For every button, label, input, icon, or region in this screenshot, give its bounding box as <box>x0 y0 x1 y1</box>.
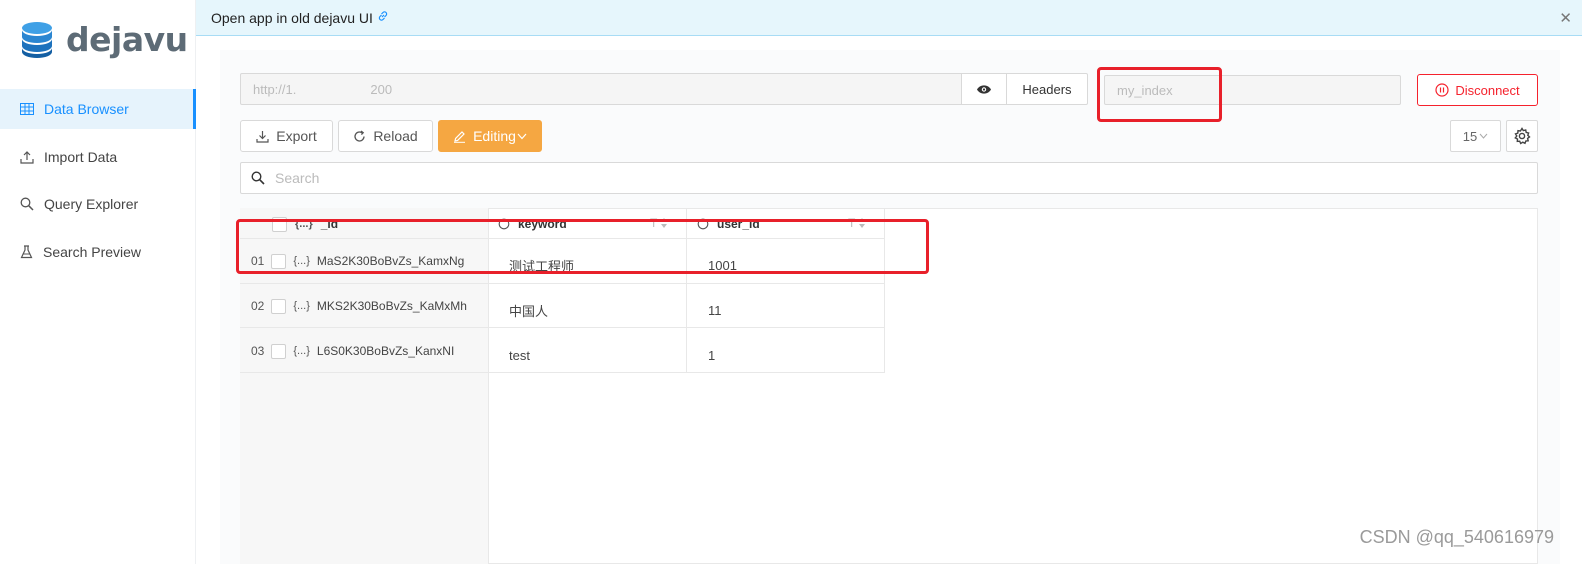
user-id-cell[interactable]: 1 <box>708 346 715 364</box>
disconnect-label: Disconnect <box>1455 82 1520 98</box>
gear-icon <box>1514 127 1531 145</box>
url-input[interactable]: http://1. 200 <box>240 73 962 105</box>
upload-icon <box>20 150 34 164</box>
row-divider <box>240 327 885 328</box>
search-icon <box>251 171 265 185</box>
row-number: 03 <box>251 344 265 358</box>
reload-button[interactable]: Reload <box>338 120 433 152</box>
sidebar-item-label: Data Browser <box>44 101 129 117</box>
row-divider <box>240 372 885 373</box>
sidebar-item-data-browser[interactable]: Data Browser <box>0 89 196 129</box>
page-size-select[interactable]: 15 <box>1450 120 1501 152</box>
database-logo-icon <box>22 21 52 58</box>
sidebar-item-label: Query Explorer <box>44 196 139 212</box>
chevron-down-icon <box>1479 133 1488 139</box>
keyword-cell[interactable]: 中国人 <box>509 301 548 319</box>
editing-toggle-button[interactable]: Editing <box>438 120 542 152</box>
row-checkbox[interactable] <box>271 298 287 314</box>
user-id-cell[interactable]: 11 <box>708 301 722 319</box>
chevron-down-icon <box>517 133 527 139</box>
editing-label: Editing <box>473 128 516 144</box>
sidebar-item-label: Search Preview <box>43 244 142 260</box>
app-logo[interactable]: dejavu <box>20 20 188 59</box>
url-suffix: 200 <box>370 81 393 97</box>
flask-icon <box>20 245 33 259</box>
table-row[interactable]: 03 {...} L6S0K30BoBvZs_KanxNI <box>251 342 454 360</box>
sidebar-item-search-preview[interactable]: Search Preview <box>0 232 196 272</box>
url-prefix: http://1. <box>253 81 297 97</box>
search-placeholder: Search <box>275 170 320 186</box>
settings-button[interactable] <box>1506 120 1538 152</box>
url-mask <box>298 80 369 98</box>
pause-circle-icon <box>1435 83 1449 97</box>
banner-text[interactable]: Open app in old dejavu UI <box>211 10 373 26</box>
watermark: CSDN @qq_540616979 <box>1359 527 1554 547</box>
export-button[interactable]: Export <box>240 120 333 152</box>
headers-button[interactable]: Headers <box>1006 73 1088 105</box>
json-view-button[interactable]: {...} <box>293 300 310 312</box>
annotation-box-first-row <box>236 219 929 274</box>
json-view-button[interactable]: {...} <box>293 345 310 357</box>
row-number: 02 <box>251 299 265 313</box>
search-icon <box>20 197 34 211</box>
sidebar: dejavu Data Browser Import Data Query Ex… <box>0 0 196 564</box>
edit-icon <box>454 130 466 143</box>
sidebar-item-query-explorer[interactable]: Query Explorer <box>0 184 196 224</box>
table-icon <box>20 103 34 115</box>
export-label: Export <box>276 128 317 144</box>
reload-icon <box>354 129 365 142</box>
row-checkbox[interactable] <box>271 343 287 359</box>
reload-label: Reload <box>373 128 418 144</box>
row-divider <box>240 283 885 284</box>
eye-icon <box>977 84 991 94</box>
sidebar-item-import-data[interactable]: Import Data <box>0 137 196 177</box>
disconnect-button[interactable]: Disconnect <box>1417 74 1538 106</box>
table-row[interactable]: 02 {...} MKS2K30BoBvZs_KaMxMh <box>251 297 467 315</box>
download-icon <box>256 130 269 143</box>
app-name: dejavu <box>66 20 188 59</box>
keyword-cell[interactable]: test <box>509 346 530 364</box>
toggle-url-visibility-button[interactable] <box>961 73 1007 105</box>
document-id: MKS2K30BoBvZs_KaMxMh <box>316 299 467 313</box>
close-icon[interactable]: ✕ <box>1559 9 1572 27</box>
document-id: L6S0K30BoBvZs_KanxNI <box>316 344 455 358</box>
search-input[interactable]: Search <box>240 162 1538 194</box>
link-icon[interactable] <box>377 10 389 25</box>
annotation-box-index <box>1097 67 1222 122</box>
info-banner: Open app in old dejavu UI ✕ <box>196 0 1582 36</box>
page-size-value: 15 <box>1462 128 1478 144</box>
sidebar-item-label: Import Data <box>44 149 118 165</box>
